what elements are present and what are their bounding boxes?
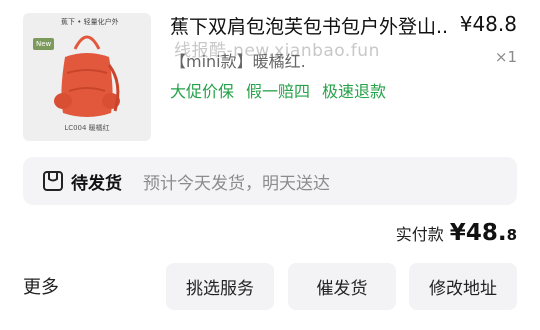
shipping-status-bar[interactable]: 待发货 预计今天发货，明天送达 <box>23 157 517 205</box>
payment-label: 实付款 <box>395 225 444 244</box>
payment-currency: ¥ <box>449 220 466 246</box>
service-tags: 大促价保 假一赔四 极速退款 <box>170 78 386 102</box>
modify-address-button[interactable]: 修改地址 <box>409 263 517 310</box>
product-title[interactable]: 蕉下双肩包泡芙包书包户外登山... <box>170 12 447 39</box>
select-service-button[interactable]: 挑选服务 <box>166 263 274 310</box>
thumbnail-caption: LC004 暖橘红 <box>64 124 110 132</box>
urge-shipping-button[interactable]: 催发货 <box>288 263 396 310</box>
shipping-estimate: 预计今天发货，明天送达 <box>143 174 330 194</box>
package-icon <box>43 171 63 191</box>
backpack-image <box>54 35 120 117</box>
payment-amount-main: 48. <box>465 220 507 246</box>
tag-price-protection: 大促价保 <box>170 82 235 101</box>
more-button[interactable]: 更多 <box>23 273 59 299</box>
shipping-status: 待发货 <box>71 174 122 194</box>
order-item-card: 蕉下 • 轻量化户外 New LC004 暖橘红 蕉下双肩包泡芙包书包户外登山.… <box>0 0 540 330</box>
tag-fake-compensation: 假一赔四 <box>246 82 311 101</box>
tag-fast-refund: 极速退款 <box>322 82 387 101</box>
product-variant: 【mini款】暖橘红. <box>170 52 306 71</box>
payment-amount-decimal: 8 <box>506 226 517 244</box>
product-thumbnail[interactable]: 蕉下 • 轻量化户外 New LC004 暖橘红 <box>23 13 151 141</box>
payment-summary: 实付款 ¥48.8 <box>396 220 517 246</box>
product-quantity: ×1 <box>494 48 517 66</box>
payment-amount: ¥48.8 <box>450 220 517 246</box>
product-price: ¥48.8 <box>459 12 517 36</box>
